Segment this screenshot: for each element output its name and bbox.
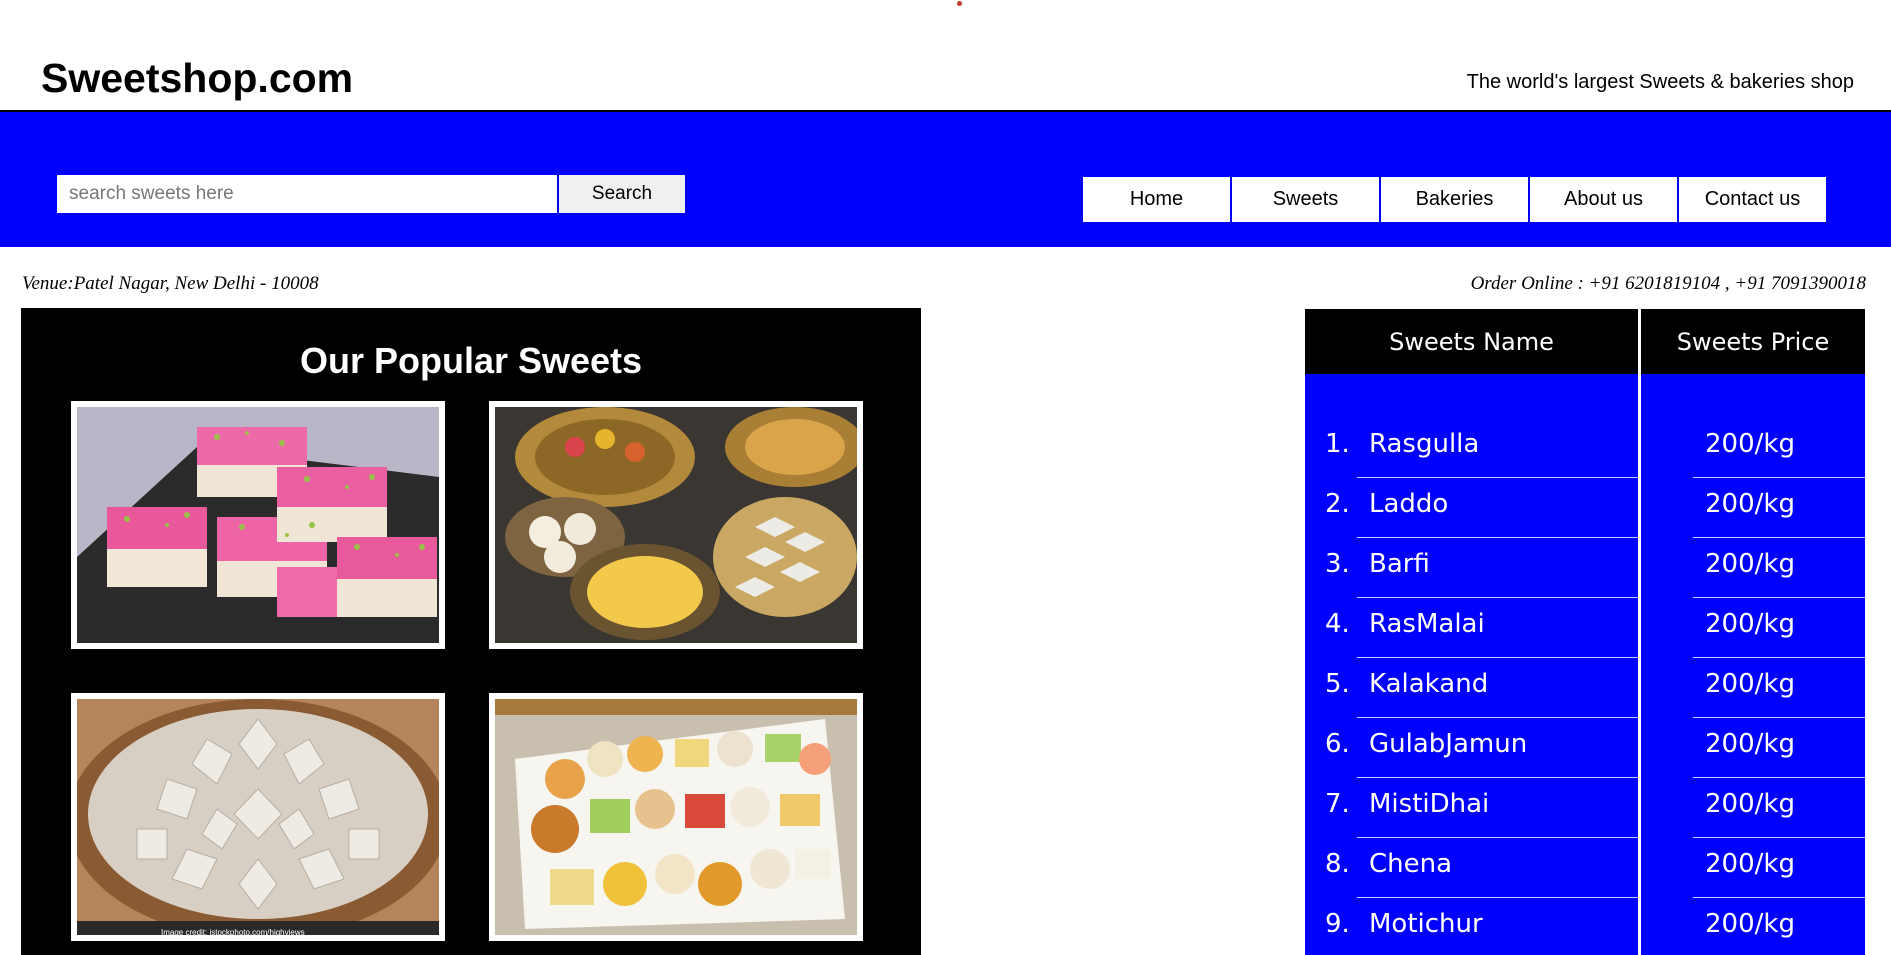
row-number: 5. [1325, 669, 1350, 699]
row-number: 1. [1325, 429, 1350, 459]
sweet-price: 200/kg [1705, 609, 1795, 639]
page: Sweetshop.com The world's largest Sweets… [0, 0, 1891, 955]
row-number: 8. [1325, 849, 1350, 879]
row-number: 4. [1325, 609, 1350, 639]
photo-credit: Image credit: istockphoto.com/highviews [161, 928, 305, 937]
sweets-price-table: Sweets Name Sweets Price 1. Rasgulla 200/k… [1305, 309, 1865, 955]
row-separator [1357, 597, 1638, 598]
sweet-price: 200/kg [1705, 489, 1795, 519]
kaju-katli-image [77, 699, 439, 935]
sweet-name: RasMalai [1369, 609, 1485, 639]
column-header-sweets-price: Sweets Price [1641, 309, 1865, 374]
venue-text: Venue:Patel Nagar, New Delhi - 10008 [22, 273, 319, 294]
sweet-price: 200/kg [1705, 549, 1795, 579]
table-row[interactable]: 8. Chena 200/kg [1305, 839, 1865, 899]
table-row[interactable]: 5. Kalakand 200/kg [1305, 659, 1865, 719]
row-number: 2. [1325, 489, 1350, 519]
main-nav: Home Sweets Bakeries About us Contact us [1083, 177, 1826, 222]
sweet-price: 200/kg [1705, 909, 1795, 939]
nav-item-sweets[interactable]: Sweets [1232, 177, 1379, 222]
sweet-name: Barfi [1369, 549, 1430, 579]
table-row[interactable]: 2. Laddo 200/kg [1305, 479, 1865, 539]
table-row[interactable]: 7. MistiDhai 200/kg [1305, 779, 1865, 839]
sweet-photo-kaju-katli[interactable]: Image credit: istockphoto.com/highviews [71, 693, 445, 941]
row-separator [1693, 717, 1865, 718]
sweet-photo-pink-barfi[interactable] [71, 401, 445, 649]
row-separator [1357, 537, 1638, 538]
search-button[interactable]: Search [559, 175, 685, 213]
table-row[interactable]: 4. RasMalai 200/kg [1305, 599, 1865, 659]
row-separator [1357, 717, 1638, 718]
sweet-name: Chena [1369, 849, 1453, 879]
sweet-price: 200/kg [1705, 669, 1795, 699]
row-separator [1357, 777, 1638, 778]
column-header-sweets-name: Sweets Name [1305, 309, 1638, 374]
sweet-name: Laddo [1369, 489, 1449, 519]
site-tagline: The world's largest Sweets & bakeries sh… [1466, 71, 1854, 93]
sweet-name: Kalakand [1369, 669, 1489, 699]
search-input[interactable] [57, 175, 557, 213]
row-number: 3. [1325, 549, 1350, 579]
row-separator [1693, 897, 1865, 898]
site-header: Sweetshop.com The world's largest Sweets… [0, 0, 1891, 112]
assorted-mithai-image [495, 699, 857, 935]
order-online-text: Order Online : +91 6201819104 , +91 7091… [1470, 273, 1866, 294]
sweet-name: MistiDhai [1369, 789, 1490, 819]
row-separator [1693, 477, 1865, 478]
table-row[interactable]: 6. GulabJamun 200/kg [1305, 719, 1865, 779]
popular-sweets-title: Our Popular Sweets [299, 340, 643, 381]
row-separator [1357, 897, 1638, 898]
sweet-name: Rasgulla [1369, 429, 1480, 459]
sweet-photo-festive-platter[interactable] [489, 401, 863, 649]
nav-item-contact-us[interactable]: Contact us [1679, 177, 1826, 222]
pink-barfi-image [77, 407, 439, 643]
sweet-photo-assorted-mithai[interactable] [489, 693, 863, 941]
row-separator [1693, 837, 1865, 838]
row-number: 7. [1325, 789, 1350, 819]
row-separator [1357, 657, 1638, 658]
sweet-name: Motichur [1369, 909, 1483, 939]
sweet-price: 200/kg [1705, 849, 1795, 879]
row-separator [1693, 657, 1865, 658]
row-separator [1693, 597, 1865, 598]
row-separator [1357, 477, 1638, 478]
popular-sweets-panel: Our Popular Sweets Image credit: istockp… [21, 308, 921, 955]
row-separator [1693, 537, 1865, 538]
row-separator [1357, 837, 1638, 838]
table-row[interactable]: 9. Motichur 200/kg [1305, 899, 1865, 955]
sweet-price: 200/kg [1705, 729, 1795, 759]
row-separator [1693, 777, 1865, 778]
sweet-name: GulabJamun [1369, 729, 1528, 759]
sweet-price: 200/kg [1705, 429, 1795, 459]
nav-item-bakeries[interactable]: Bakeries [1381, 177, 1528, 222]
site-logo[interactable]: Sweetshop.com [41, 58, 353, 99]
row-number: 9. [1325, 909, 1350, 939]
table-row[interactable]: 1. Rasgulla 200/kg [1305, 419, 1865, 479]
nav-item-home[interactable]: Home [1083, 177, 1230, 222]
nav-item-about-us[interactable]: About us [1530, 177, 1677, 222]
festive-platter-image [495, 407, 857, 643]
row-number: 6. [1325, 729, 1350, 759]
table-row[interactable]: 3. Barfi 200/kg [1305, 539, 1865, 599]
sweet-price: 200/kg [1705, 789, 1795, 819]
